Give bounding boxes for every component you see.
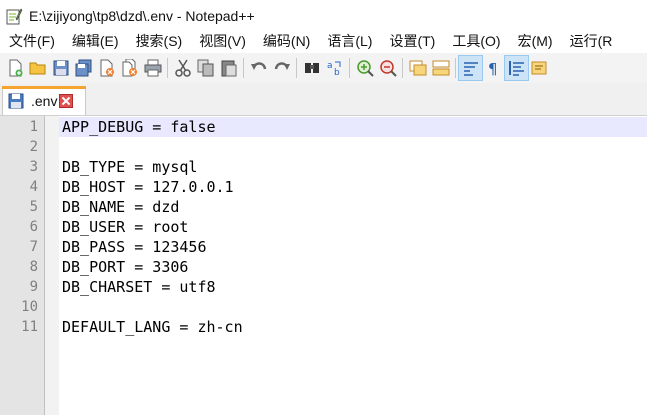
menu-bar: 文件(F) 编辑(E) 搜索(S) 视图(V) 编码(N) 语言(L) 设置(T… <box>0 31 647 52</box>
tab-bar: .env <box>0 83 647 116</box>
menu-language[interactable]: 语言(L) <box>318 31 380 52</box>
window-title: E:\zijiyong\tp8\dzd\.env - Notepad++ <box>29 7 255 24</box>
copy-icon[interactable] <box>194 56 217 80</box>
menu-search[interactable]: 搜索(S) <box>127 31 191 52</box>
replace-icon[interactable]: ab <box>323 56 346 80</box>
toolbar-separator <box>402 58 403 78</box>
menu-macro[interactable]: 宏(M) <box>509 31 561 52</box>
title-bar: E:\zijiyong\tp8\dzd\.env - Notepad++ <box>0 0 647 31</box>
editor-line[interactable]: DB_CHARSET = utf8 <box>59 277 647 297</box>
redo-icon[interactable] <box>270 56 293 80</box>
svg-text:¶: ¶ <box>488 60 498 77</box>
editor-line[interactable]: DB_PASS = 123456 <box>59 237 647 257</box>
undo-icon[interactable] <box>247 56 270 80</box>
find-icon[interactable] <box>300 56 323 80</box>
save-all-icon[interactable] <box>72 56 95 80</box>
paste-icon[interactable] <box>217 56 240 80</box>
word-wrap-icon[interactable] <box>458 55 483 81</box>
editor-line[interactable]: DEFAULT_LANG = zh-cn <box>59 317 647 337</box>
user-language-icon[interactable] <box>528 56 551 80</box>
editor-line[interactable] <box>59 137 647 157</box>
editor-line[interactable]: DB_HOST = 127.0.0.1 <box>59 177 647 197</box>
line-number: 2 <box>29 139 38 155</box>
toolbar-separator <box>296 58 297 78</box>
open-folder-icon[interactable] <box>26 56 49 80</box>
close-all-icon[interactable] <box>118 56 141 80</box>
line-number: 8 <box>29 259 38 275</box>
menu-file[interactable]: 文件(F) <box>0 31 63 52</box>
menu-edit[interactable]: 编辑(E) <box>63 31 127 52</box>
line-number: 10 <box>21 299 38 315</box>
svg-text:b: b <box>334 68 340 77</box>
menu-view[interactable]: 视图(V) <box>190 31 254 52</box>
zoom-in-icon[interactable] <box>353 56 376 80</box>
line-text[interactable]: DB_NAME = dzd <box>62 197 179 217</box>
line-number: 11 <box>21 319 38 335</box>
editor-line[interactable]: APP_DEBUG = false <box>59 117 647 137</box>
line-number: 3 <box>29 159 38 175</box>
print-icon[interactable] <box>141 56 164 80</box>
toolbar-separator <box>167 58 168 78</box>
line-number: 6 <box>29 219 38 235</box>
toolbar-separator <box>349 58 350 78</box>
show-all-characters-icon[interactable]: ¶ <box>482 56 505 80</box>
editor-line[interactable]: DB_TYPE = mysql <box>59 157 647 177</box>
toolbar: ab ¶ <box>0 53 647 83</box>
sync-vertical-icon[interactable] <box>406 56 429 80</box>
menu-encoding[interactable]: 编码(N) <box>254 31 318 52</box>
cut-icon[interactable] <box>171 56 194 80</box>
editor-line[interactable]: DB_NAME = dzd <box>59 197 647 217</box>
close-file-icon[interactable] <box>95 56 118 80</box>
editor-line[interactable]: DB_PORT = 3306 <box>59 257 647 277</box>
tab-close-icon[interactable] <box>59 94 74 108</box>
toolbar-separator <box>243 58 244 78</box>
line-text[interactable]: DB_USER = root <box>62 217 188 237</box>
menu-settings[interactable]: 设置(T) <box>380 31 443 52</box>
saved-file-icon <box>8 93 24 109</box>
line-text[interactable]: DB_TYPE = mysql <box>62 157 197 177</box>
line-text[interactable]: DB_CHARSET = utf8 <box>62 277 216 297</box>
line-number: 7 <box>29 239 38 255</box>
editor-line[interactable] <box>59 297 647 317</box>
menu-run[interactable]: 运行(R <box>561 31 621 52</box>
toolbar-separator <box>455 58 456 78</box>
line-text[interactable]: DB_PORT = 3306 <box>62 257 188 277</box>
line-number: 4 <box>29 179 38 195</box>
zoom-out-icon[interactable] <box>376 56 399 80</box>
editor-line[interactable]: DB_USER = root <box>59 217 647 237</box>
menu-tools[interactable]: 工具(O) <box>443 31 508 52</box>
line-text[interactable]: APP_DEBUG = false <box>62 117 216 137</box>
new-file-icon[interactable] <box>3 56 26 80</box>
line-text[interactable]: DEFAULT_LANG = zh-cn <box>62 317 243 337</box>
line-number: 5 <box>29 199 38 215</box>
save-icon[interactable] <box>49 56 72 80</box>
line-number: 9 <box>29 279 38 295</box>
line-text[interactable]: DB_PASS = 123456 <box>62 237 207 257</box>
indent-guide-icon[interactable] <box>504 55 529 81</box>
fold-margin <box>45 116 59 415</box>
svg-text:a: a <box>327 61 333 71</box>
tab-label: .env <box>31 93 58 109</box>
sync-horizontal-icon[interactable] <box>429 56 452 80</box>
tab-env[interactable]: .env <box>2 86 86 115</box>
editor[interactable]: 1 APP_DEBUG = false 2 3 DB_TYPE = mysql 4 DB_H… <box>0 116 647 415</box>
notepadpp-icon <box>6 7 23 24</box>
line-text[interactable]: DB_HOST = 127.0.0.1 <box>62 177 234 197</box>
line-number: 1 <box>29 119 38 135</box>
